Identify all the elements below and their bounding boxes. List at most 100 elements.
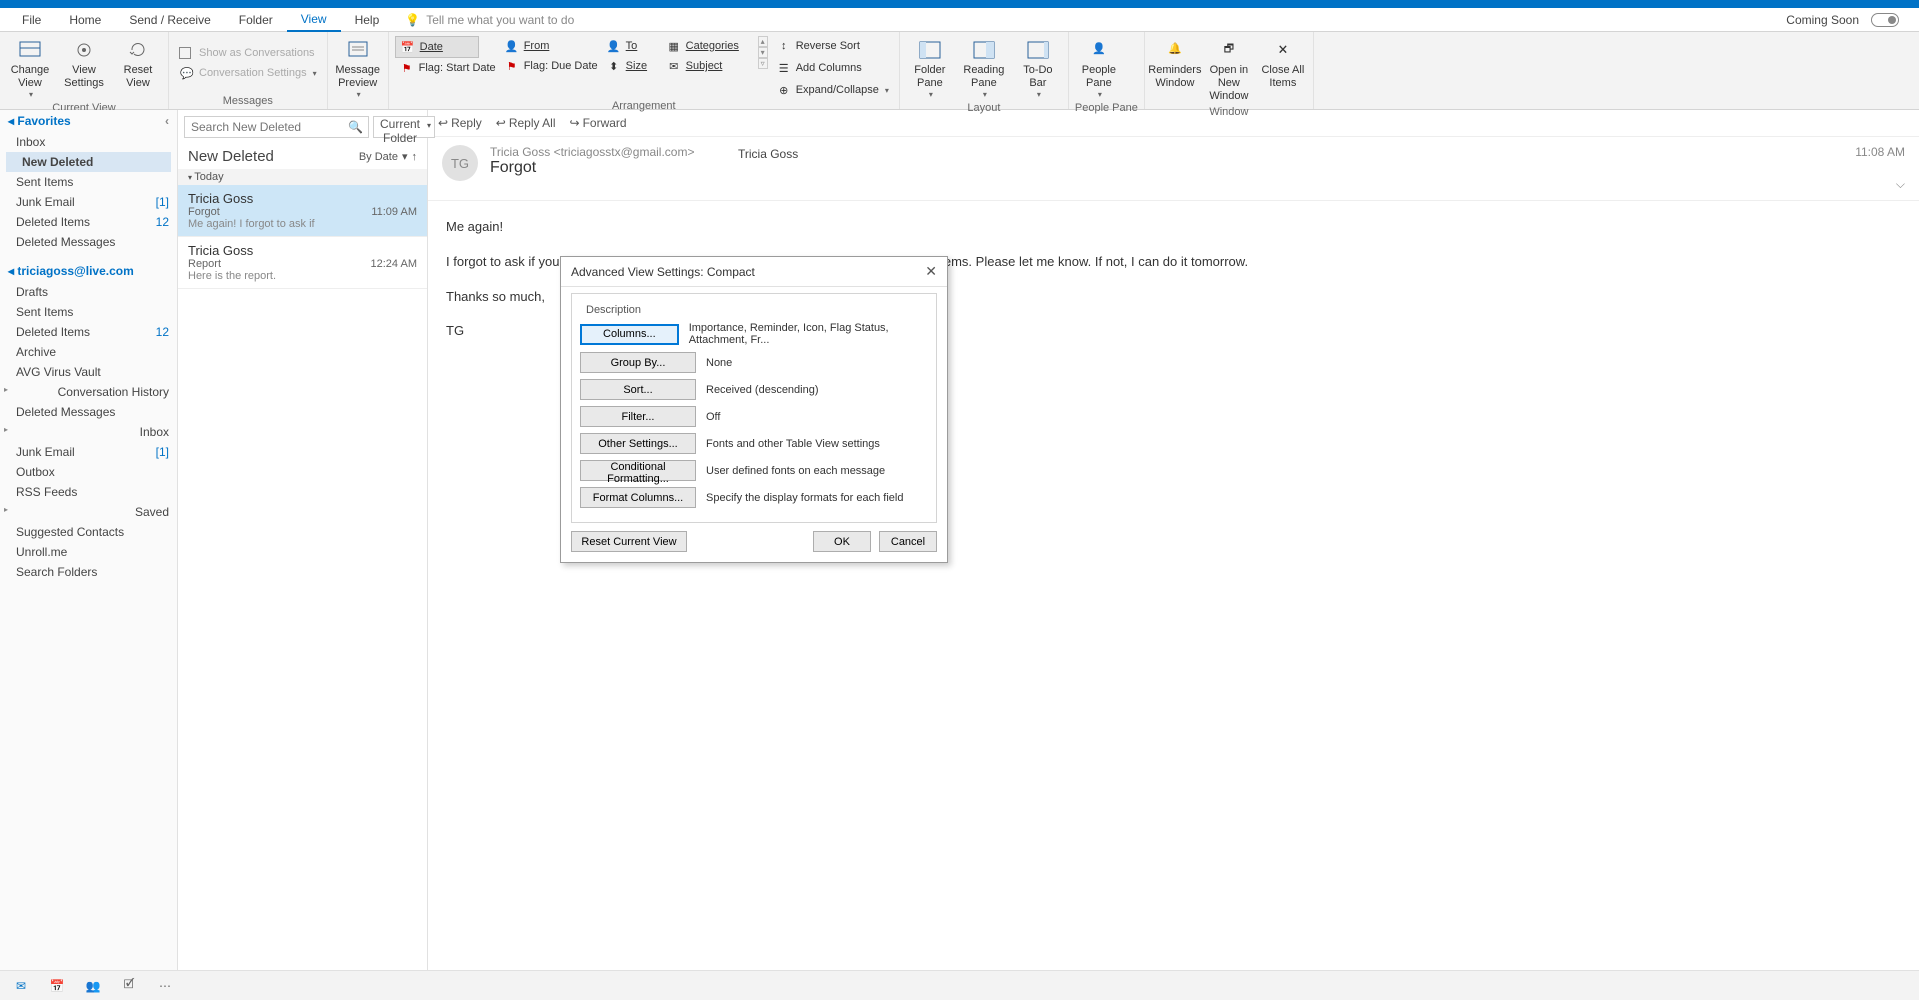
view-settings-label: View Settings [62, 64, 106, 90]
message-item-0[interactable]: Tricia GossForgot11:09 AMMe again! I for… [178, 185, 427, 237]
gallery-more-icon[interactable]: ▿ [758, 58, 768, 69]
nav-pane: ◂ Favorites ‹ InboxNew DeletedSent Items… [0, 110, 178, 970]
favorites-header[interactable]: ◂ Favorites ‹ [0, 110, 177, 132]
arrange-flag-due-label: Flag: Due Date [524, 60, 598, 72]
people-pane-button[interactable]: 👤People Pane [1075, 36, 1123, 102]
search-scope-button[interactable]: Current Folder [373, 116, 435, 138]
forward-icon: ↪ [570, 116, 580, 130]
change-view-icon [18, 38, 42, 62]
acct-item-10[interactable]: RSS Feeds [0, 482, 177, 502]
gallery-up-icon[interactable]: ▴ [758, 36, 768, 47]
message-item-1[interactable]: Tricia GossReport12:24 AMHere is the rep… [178, 237, 427, 289]
show-conversations-check[interactable]: Show as Conversations [175, 45, 321, 61]
arrange-date-label: Date [420, 41, 443, 53]
expand-icon: ⊕ [776, 82, 792, 98]
reverse-sort-button[interactable]: ↕Reverse Sort [772, 36, 893, 56]
more-icon[interactable]: ⋯ [156, 977, 174, 995]
coming-soon-toggle[interactable] [1871, 13, 1899, 27]
acct-item-14[interactable]: Search Folders [0, 562, 177, 582]
view-settings-button[interactable]: View Settings [60, 36, 108, 92]
message-preview-button[interactable]: Message Preview [334, 36, 382, 102]
new-window-icon: 🗗 [1217, 38, 1241, 62]
show-conversations-label: Show as Conversations [199, 47, 315, 59]
expand-collapse-label: Expand/Collapse [796, 84, 879, 96]
tab-folder[interactable]: Folder [225, 9, 287, 31]
message-time: 11:08 AM [1855, 145, 1905, 159]
todo-bar-button[interactable]: To-Do Bar [1014, 36, 1062, 102]
message-preview-label: Message Preview [335, 64, 380, 90]
todo-bar-icon [1026, 38, 1050, 62]
tab-sendreceive[interactable]: Send / Receive [115, 9, 224, 31]
tell-me[interactable]: 💡 Tell me what you want to do [405, 13, 574, 27]
reminders-window-button[interactable]: 🔔Reminders Window [1151, 36, 1199, 92]
forward-button[interactable]: ↪Forward [570, 116, 627, 130]
fav-item-4[interactable]: Deleted Items12 [0, 212, 177, 232]
acct-item-5[interactable]: Conversation History [0, 382, 177, 402]
reply-all-button[interactable]: ↩Reply All [496, 116, 556, 130]
sort-button[interactable]: By Date ▾ ↑ [359, 148, 417, 165]
collapse-nav-icon[interactable]: ‹ [165, 114, 169, 128]
calendar-icon[interactable]: 📅 [48, 977, 66, 995]
reading-pane-button[interactable]: Reading Pane [960, 36, 1008, 102]
folder-pane-button[interactable]: Folder Pane [906, 36, 954, 102]
fav-item-0[interactable]: Inbox [0, 132, 177, 152]
reply-label: Reply [451, 116, 482, 130]
arrange-date-button[interactable]: 📅Date [395, 36, 479, 58]
columns-icon: ☰ [776, 60, 792, 76]
acct-item-1[interactable]: Sent Items [0, 302, 177, 322]
acct-item-6[interactable]: Deleted Messages [0, 402, 177, 422]
acct-item-3[interactable]: Archive [0, 342, 177, 362]
arrange-categories-button[interactable]: ▦Categories [662, 36, 752, 56]
reminders-window-label: Reminders Window [1148, 64, 1201, 90]
acct-item-4[interactable]: AVG Virus Vault [0, 362, 177, 382]
flag-icon: ⚑ [399, 60, 415, 76]
tab-view[interactable]: View [287, 8, 341, 32]
expand-collapse-button[interactable]: ⊕ Expand/Collapse [772, 80, 893, 100]
expand-header-icon[interactable]: ⌵ [1896, 177, 1905, 192]
search-icon[interactable]: 🔍 [348, 120, 363, 134]
body-line: Me again! [446, 217, 1901, 238]
reply-button[interactable]: ↩Reply [438, 116, 482, 130]
acct-item-11[interactable]: Saved [0, 502, 177, 522]
account-header[interactable]: ◂ triciagoss@live.com [0, 260, 177, 282]
tab-help[interactable]: Help [341, 9, 394, 31]
date-group-today[interactable]: Today [178, 169, 427, 185]
close-all-button[interactable]: 🗙Close All Items [1259, 36, 1307, 92]
favorites-label: Favorites [17, 114, 70, 128]
reset-view-label: Reset View [116, 64, 160, 90]
arrange-from-button[interactable]: 👤From [500, 36, 578, 56]
fav-item-2[interactable]: Sent Items [0, 172, 177, 192]
group-current-view: Change View View Settings Reset View Cur… [0, 32, 169, 109]
acct-item-9[interactable]: Outbox [0, 462, 177, 482]
open-new-window-button[interactable]: 🗗Open in New Window [1205, 36, 1253, 106]
flag-icon: ⚑ [504, 58, 520, 74]
acct-item-8[interactable]: Junk Email[1] [0, 442, 177, 462]
fav-item-1[interactable]: New Deleted [6, 152, 171, 172]
tab-file[interactable]: File [8, 9, 55, 31]
arrange-subject-button[interactable]: ✉Subject [662, 56, 752, 76]
acct-item-2[interactable]: Deleted Items12 [0, 322, 177, 342]
message-list-pane: 🔍 Current Folder New Deleted By Date ▾ ↑… [178, 110, 428, 970]
conversation-settings-button[interactable]: 💬 Conversation Settings [175, 63, 321, 83]
acct-item-0[interactable]: Drafts [0, 282, 177, 302]
tab-home[interactable]: Home [55, 9, 115, 31]
fav-item-3[interactable]: Junk Email[1] [0, 192, 177, 212]
search-input[interactable] [184, 116, 369, 138]
acct-item-7[interactable]: Inbox [0, 422, 177, 442]
add-columns-button[interactable]: ☰Add Columns [772, 58, 893, 78]
arrange-flag-start-button[interactable]: ⚑Flag: Start Date [395, 58, 500, 78]
gallery-down-icon[interactable]: ▾ [758, 47, 768, 58]
reset-view-button[interactable]: Reset View [114, 36, 162, 92]
acct-item-12[interactable]: Suggested Contacts [0, 522, 177, 542]
change-view-button[interactable]: Change View [6, 36, 54, 102]
tasks-icon[interactable]: 🗹 [120, 977, 138, 995]
fav-item-5[interactable]: Deleted Messages [0, 232, 177, 252]
acct-item-13[interactable]: Unroll.me [0, 542, 177, 562]
arrange-flag-due-button[interactable]: ⚑ Flag: Due Date [500, 56, 602, 76]
person-icon: 👤 [504, 38, 520, 54]
mail-icon[interactable]: ✉ [12, 977, 30, 995]
subject-line: Forgot [490, 159, 694, 177]
arrange-size-button[interactable]: ⬍Size [602, 56, 662, 76]
people-nav-icon[interactable]: 👥 [84, 977, 102, 995]
arrange-to-button[interactable]: 👤To [602, 36, 662, 56]
